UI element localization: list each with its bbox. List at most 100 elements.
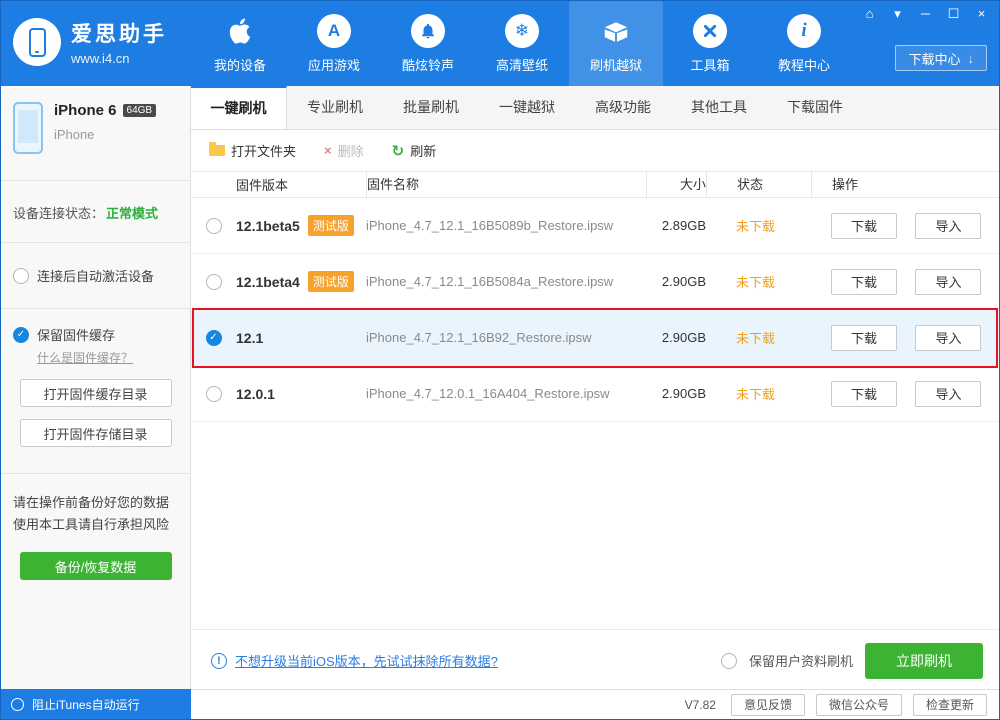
block-itunes-radio[interactable] <box>11 697 24 711</box>
nav-item-toolbox[interactable]: 工具箱 <box>663 1 757 86</box>
nav-item-wallpapers[interactable]: ❄ 高清壁纸 <box>475 1 569 86</box>
open-cache-dir-button[interactable]: 打开固件缓存目录 <box>19 379 172 407</box>
firmware-size: 2.89GB <box>661 218 706 233</box>
app-window: 爱思助手 www.i4.cn 我的设备 A 应用游戏 酷炫铃声 ❄ 高清壁纸 刷… <box>0 0 1000 720</box>
bell-icon <box>411 13 445 48</box>
flash-now-button[interactable]: 立即刷机 <box>865 642 983 679</box>
import-button[interactable]: 导入 <box>915 324 982 351</box>
import-button[interactable]: 导入 <box>915 268 982 295</box>
nav-item-my-devices[interactable]: 我的设备 <box>193 1 287 86</box>
col-status: 状态 <box>706 171 811 198</box>
home-icon[interactable]: ⌂ <box>862 6 877 22</box>
firmware-cache-section: ✓ 保留固件缓存 什么是固件缓存？ 打开固件缓存目录 打开固件存储目录 <box>1 309 190 474</box>
maximize-icon[interactable]: ☐ <box>946 6 961 22</box>
firmware-name: iPhone_4.7_12.0.1_16A404_Restore.ipsw <box>366 386 610 401</box>
download-button[interactable]: 下载 <box>831 380 897 407</box>
info-icon: ! <box>211 652 227 669</box>
download-button[interactable]: 下载 <box>831 268 897 295</box>
open-folder-button[interactable]: 打开文件夹 <box>209 141 296 160</box>
nav-label: 我的设备 <box>213 57 266 73</box>
firmware-size: 2.90GB <box>661 386 706 401</box>
beta-badge: 测试版 <box>307 215 354 236</box>
nav-item-flash-jailbreak[interactable]: 刷机越狱 <box>569 1 663 86</box>
tab-one-click-flash[interactable]: 一键刷机 <box>191 86 287 129</box>
toolbox-icon <box>693 13 727 48</box>
radio-check-icon: ✓ <box>209 332 218 343</box>
nav-item-apps-games[interactable]: A 应用游戏 <box>287 1 381 86</box>
firmware-version: 12.1 <box>236 329 264 346</box>
row-select-radio[interactable]: ✓ <box>205 329 222 346</box>
jailbreak-box-icon <box>599 14 633 48</box>
firmware-version: 12.1beta5 <box>236 217 300 234</box>
tab-pro-flash[interactable]: 专业刷机 <box>287 86 383 129</box>
wechat-button[interactable]: 微信公众号 <box>815 693 902 716</box>
firmware-table-body: 12.1beta5 测试版 iPhone_4.7_12.1_16B5089b_R… <box>191 198 999 422</box>
nav-item-ringtones[interactable]: 酷炫铃声 <box>381 1 475 86</box>
keep-cache-label: 保留固件缓存 <box>37 328 116 343</box>
firmware-status: 未下载 <box>736 387 776 402</box>
keep-user-data-radio[interactable] <box>720 652 737 669</box>
minimize-icon[interactable]: ─ <box>918 6 933 22</box>
delete-button[interactable]: × 删除 <box>324 141 364 160</box>
auto-activate-option[interactable]: 连接后自动激活设备 <box>1 243 190 309</box>
firmware-row[interactable]: ✓ 12.1 iPhone_4.7_12.1_16B92_Restore.ips… <box>191 310 999 366</box>
row-select-radio[interactable] <box>205 385 222 402</box>
erase-data-link[interactable]: 不想升级当前iOS版本，先试试抹除所有数据? <box>235 651 498 670</box>
wallpaper-icon: ❄ <box>505 13 539 48</box>
tab-batch-flash[interactable]: 批量刷机 <box>383 86 479 129</box>
download-icon: ↓ <box>967 50 975 66</box>
auto-activate-radio[interactable] <box>13 267 29 284</box>
import-button[interactable]: 导入 <box>915 212 982 239</box>
logo-icon <box>13 18 61 66</box>
tab-download-firmware[interactable]: 下载固件 <box>767 86 863 129</box>
firmware-row[interactable]: 12.0.1 iPhone_4.7_12.0.1_16A404_Restore.… <box>191 366 999 422</box>
check-update-button[interactable]: 检查更新 <box>912 693 987 716</box>
app-url: www.i4.cn <box>71 51 130 66</box>
device-icon <box>13 102 43 154</box>
beta-badge: 测试版 <box>307 271 354 292</box>
folder-icon <box>209 142 225 156</box>
main-content: 一键刷机 专业刷机 批量刷机 一键越狱 高级功能 其他工具 下载固件 打开文件夹… <box>191 86 999 691</box>
app-version: V7.82 <box>684 697 716 712</box>
import-button[interactable]: 导入 <box>915 380 982 407</box>
row-select-radio[interactable] <box>205 273 222 290</box>
refresh-button[interactable]: ↻ 刷新 <box>392 141 437 160</box>
what-is-cache-link[interactable]: 什么是固件缓存？ <box>37 349 133 366</box>
firmware-status: 未下载 <box>736 275 776 290</box>
keep-user-data-label: 保留用户资料刷机 <box>748 654 853 669</box>
device-model: iPhone <box>54 127 95 142</box>
device-name: iPhone 6 <box>54 102 117 119</box>
tab-other-tools[interactable]: 其他工具 <box>671 86 767 129</box>
download-center-button[interactable]: 下载中心 ↓ <box>895 45 987 71</box>
device-capacity-badge: 64GB <box>122 104 157 117</box>
window-controls: ⌂ ▾ ─ ☐ × <box>862 6 989 22</box>
connection-mode: 正常模式 <box>106 206 159 221</box>
keep-cache-radio[interactable]: ✓ <box>13 326 29 343</box>
nav-label: 刷机越狱 <box>589 57 642 73</box>
appstore-icon: A <box>317 13 351 48</box>
firmware-name: iPhone_4.7_12.1_16B5089b_Restore.ipsw <box>366 218 614 233</box>
firmware-row[interactable]: 12.1beta5 测试版 iPhone_4.7_12.1_16B5089b_R… <box>191 198 999 254</box>
nav-label: 应用游戏 <box>307 57 360 73</box>
open-storage-dir-button[interactable]: 打开固件存储目录 <box>19 419 172 447</box>
warning-text-1: 请在操作前备份好您的数据 <box>13 495 170 510</box>
firmware-name: iPhone_4.7_12.1_16B92_Restore.ipsw <box>366 330 592 345</box>
connection-status: 设备连接状态： 正常模式 <box>1 181 190 243</box>
download-button[interactable]: 下载 <box>831 324 897 351</box>
tab-one-click-jailbreak[interactable]: 一键越狱 <box>479 86 575 129</box>
tab-advanced[interactable]: 高级功能 <box>575 86 671 129</box>
app-title: 爱思助手 <box>71 23 167 46</box>
flash-tabs: 一键刷机 专业刷机 批量刷机 一键越狱 高级功能 其他工具 下载固件 <box>191 86 999 130</box>
block-itunes-toggle[interactable]: 阻止iTunes自动运行 <box>1 689 191 719</box>
theme-icon[interactable]: ▾ <box>890 6 905 22</box>
download-button[interactable]: 下载 <box>831 212 897 239</box>
row-select-radio[interactable] <box>205 217 222 234</box>
backup-restore-button[interactable]: 备份/恢复数据 <box>19 552 172 580</box>
nav-item-tutorials[interactable]: i 教程中心 <box>757 1 851 86</box>
firmware-row[interactable]: 12.1beta4 测试版 iPhone_4.7_12.1_16B5084a_R… <box>191 254 999 310</box>
device-info: iPhone 6 64GB iPhone <box>1 86 190 181</box>
feedback-button[interactable]: 意见反馈 <box>730 693 805 716</box>
close-icon[interactable]: × <box>974 6 989 22</box>
firmware-size: 2.90GB <box>661 274 706 289</box>
firmware-version: 12.0.1 <box>236 385 275 402</box>
